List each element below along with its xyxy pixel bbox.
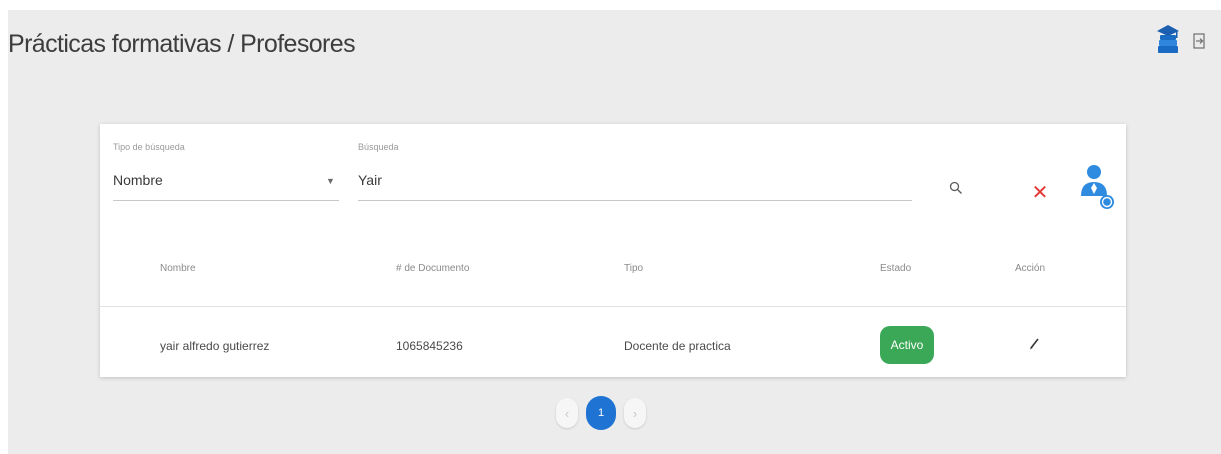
search-type-select[interactable]: Nombre (113, 172, 163, 188)
column-header-accion: Acción (1015, 263, 1046, 274)
cell-nombre: yair alfredo gutierrez (160, 339, 270, 353)
chevron-down-icon[interactable]: ▼ (326, 176, 335, 186)
logout-icon[interactable] (1193, 33, 1207, 49)
search-type-label: Tipo de búsqueda (113, 142, 185, 152)
table-header-divider (100, 306, 1126, 307)
pagination: ‹ 1 › (556, 396, 646, 430)
column-header-documento: # de Documento (396, 263, 470, 274)
column-header-estado: Estado (880, 263, 912, 274)
previous-page-button[interactable]: ‹ (556, 398, 578, 428)
search-type-underline (113, 200, 339, 201)
page-1-button[interactable]: 1 (586, 396, 616, 430)
search-label: Búsqueda (358, 142, 399, 152)
search-icon[interactable] (946, 178, 966, 198)
header-actions (1155, 24, 1207, 58)
teachers-card: Tipo de búsqueda Nombre ▼ Búsqueda Yair … (100, 124, 1126, 377)
graduation-cap-books-icon[interactable] (1155, 24, 1181, 58)
cell-documento: 1065845236 (396, 339, 463, 353)
search-underline (358, 200, 912, 201)
status-badge: Activo (880, 326, 934, 364)
clear-icon[interactable]: ✕ (1028, 180, 1052, 204)
add-user-icon[interactable] (1079, 162, 1115, 214)
next-page-button[interactable]: › (624, 398, 646, 428)
search-input[interactable]: Yair (358, 172, 382, 188)
column-header-nombre: Nombre (160, 263, 196, 274)
cell-tipo: Docente de practica (624, 339, 731, 353)
edit-icon[interactable] (1023, 331, 1047, 355)
column-header-tipo: Tipo (624, 263, 644, 274)
page-title: Prácticas formativas / Profesores (8, 30, 356, 58)
